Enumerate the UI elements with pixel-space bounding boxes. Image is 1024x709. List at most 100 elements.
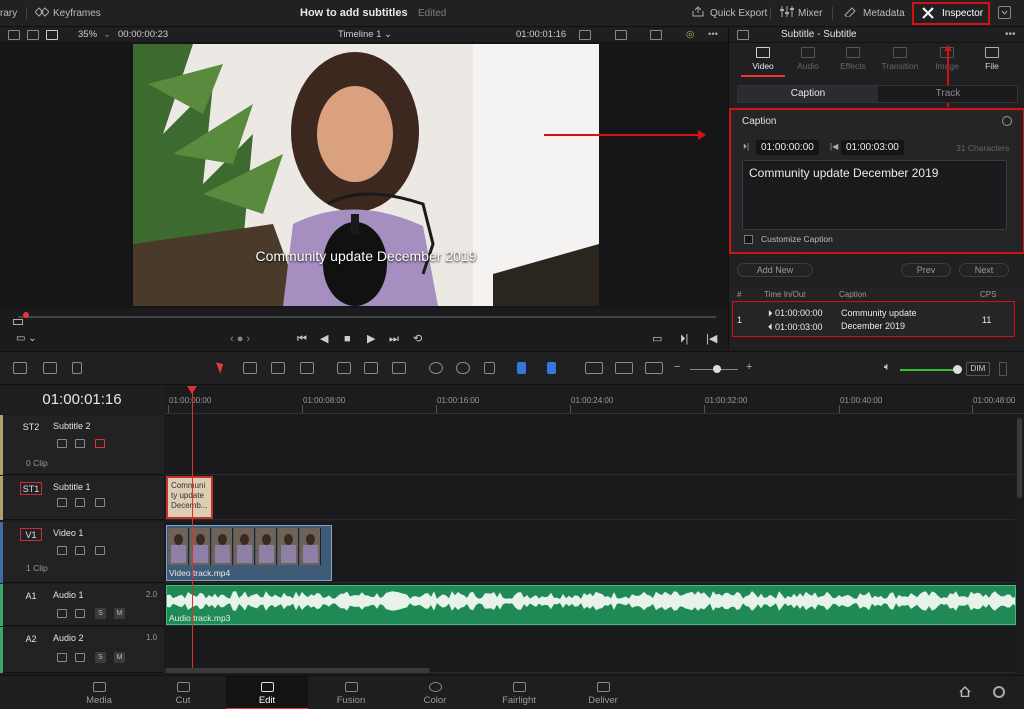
playhead-handle[interactable] (187, 386, 197, 394)
safe-area-icon[interactable] (579, 30, 591, 40)
caption-list-row[interactable]: 1 ⏵ 01:00:00:00 ⏴ 01:00:03:00 Community … (732, 301, 1015, 337)
customize-caption-checkbox[interactable] (744, 235, 753, 244)
cinema-viewer-icon[interactable] (46, 30, 58, 40)
zoom-detail-icon[interactable] (615, 362, 633, 374)
enable-track-icon[interactable] (75, 498, 85, 507)
last-frame-icon[interactable]: ⏭ (389, 332, 399, 346)
track-name[interactable]: Subtitle 1 (53, 482, 91, 492)
reverse-play-icon[interactable]: ◀ (320, 332, 328, 346)
lock-icon[interactable] (57, 546, 67, 555)
audio-clip[interactable]: Audio track.mp3 (166, 585, 1016, 625)
viewer-mode-icon[interactable]: ▭ ⌄ (16, 332, 37, 346)
page-media[interactable]: Media (58, 676, 140, 709)
marker-icon[interactable] (547, 362, 556, 374)
caption-off-icon[interactable] (95, 439, 105, 448)
volume-slider-handle[interactable] (953, 365, 962, 374)
dual-viewer-icon[interactable] (27, 30, 39, 40)
transform-icon[interactable] (650, 30, 662, 40)
timecode-out-field[interactable]: 01:00:03:00 (841, 140, 904, 155)
keyframes-button[interactable]: Keyframes (34, 0, 101, 27)
add-new-button[interactable]: Add New (737, 263, 813, 277)
playhead-line[interactable] (192, 388, 193, 673)
timecode-in-field[interactable]: 01:00:00:00 (756, 140, 819, 155)
timeline-selector[interactable]: Timeline 1 ⌄ (338, 27, 392, 43)
tab-transition[interactable]: Transition (877, 47, 923, 71)
solo-button[interactable]: S (95, 608, 106, 619)
enable-track-icon[interactable] (75, 439, 85, 448)
blade-tool-icon[interactable] (300, 362, 314, 374)
loop-icon[interactable]: ⟲ (413, 332, 422, 346)
tab-audio[interactable]: Audio (785, 47, 831, 71)
dynamic-trim-icon[interactable] (271, 362, 285, 374)
first-frame-icon[interactable]: ⏮ (297, 332, 307, 346)
prev-button[interactable]: Prev (901, 263, 951, 277)
tab-video[interactable]: Video (740, 47, 786, 71)
track-header-st1[interactable]: ST1 Subtitle 1 (0, 476, 164, 520)
reset-icon[interactable] (1002, 116, 1012, 126)
page-cut[interactable]: Cut (142, 676, 224, 709)
quick-export-button[interactable]: Quick Export (692, 0, 767, 27)
selection-tool-icon[interactable] (216, 360, 226, 374)
zoom-slider-handle[interactable] (713, 365, 721, 373)
timeline-viewer[interactable]: Community update December 2019 (0, 43, 728, 308)
zoom-full-icon[interactable] (585, 362, 603, 374)
layout-icon[interactable] (13, 362, 27, 374)
expand-panel-button[interactable] (998, 6, 1011, 19)
lock-icon[interactable] (57, 609, 67, 618)
dim-button[interactable]: DIM (966, 362, 990, 376)
scrub-bar[interactable] (18, 316, 716, 318)
enable-track-icon[interactable] (75, 546, 85, 555)
caption-text-input[interactable]: Community update December 2019 (742, 160, 1007, 230)
zoom-out-icon[interactable]: − (674, 361, 680, 373)
next-clip-icon[interactable]: ⏵| (680, 332, 688, 346)
page-edit[interactable]: Edit (226, 676, 308, 709)
mark-out-icon[interactable]: |◀ (706, 332, 717, 346)
volume-slider[interactable] (900, 369, 956, 371)
replace-clip-icon[interactable] (392, 362, 406, 374)
mute-button[interactable]: M (114, 608, 125, 619)
video-track-icon[interactable] (95, 546, 105, 555)
viewer-scrubber[interactable] (0, 308, 728, 328)
track-lane-a2[interactable] (165, 627, 1015, 673)
page-color[interactable]: Color (394, 676, 476, 709)
track-options-icon[interactable] (43, 362, 57, 374)
track-header-st2[interactable]: ST2 Subtitle 2 0 Clip (0, 415, 164, 475)
enable-track-icon[interactable] (75, 609, 85, 618)
track-lane-st2[interactable] (165, 415, 1015, 475)
more-options-icon[interactable]: ••• (1005, 27, 1016, 43)
lock-icon[interactable] (484, 362, 495, 374)
clip-viewer-icon[interactable] (615, 30, 627, 40)
zoom-custom-icon[interactable] (645, 362, 663, 374)
next-button[interactable]: Next (959, 263, 1009, 277)
track-name[interactable]: Video 1 (53, 528, 83, 538)
library-button[interactable]: rary (0, 0, 17, 27)
lock-icon[interactable] (57, 498, 67, 507)
track-header-a2[interactable]: A2 Audio 2 1.0 S M (0, 627, 164, 673)
mute-button[interactable]: M (114, 652, 125, 663)
tab-effects[interactable]: Effects (830, 47, 876, 71)
chevron-down-icon[interactable]: ⌄ (103, 27, 111, 43)
jog-control-icon[interactable]: ‹ ● › (230, 332, 250, 346)
home-icon[interactable] (959, 686, 971, 697)
video-clip[interactable]: Video track.mp4 (166, 525, 332, 581)
page-fairlight[interactable]: Fairlight (478, 676, 560, 709)
snapping-icon[interactable] (429, 362, 443, 374)
track-name[interactable]: Audio 1 (53, 590, 84, 600)
zoom-in-icon[interactable]: + (746, 361, 752, 373)
page-deliver[interactable]: Deliver (562, 676, 644, 709)
track-name[interactable]: Subtitle 2 (53, 421, 91, 431)
enable-track-icon[interactable] (75, 653, 85, 662)
segment-track[interactable]: Track (878, 86, 1018, 102)
color-wheel-icon[interactable]: ◎ (686, 27, 694, 43)
timeline-ruler[interactable]: 01:00:00:00 01:00:08:00 01:00:16:00 01:0… (165, 386, 1024, 414)
link-icon[interactable] (456, 362, 470, 374)
subtitle-clip[interactable]: Communi ty update Decemb... (166, 476, 213, 519)
metadata-button[interactable]: Metadata (843, 0, 905, 27)
tab-file[interactable]: File (969, 47, 1015, 71)
gear-icon[interactable] (993, 686, 1005, 698)
solo-button[interactable]: S (95, 652, 106, 663)
audio-scrub-icon[interactable] (13, 319, 23, 325)
lock-icon[interactable] (57, 439, 67, 448)
vertical-scrollbar[interactable] (1017, 418, 1022, 498)
page-fusion[interactable]: Fusion (310, 676, 392, 709)
